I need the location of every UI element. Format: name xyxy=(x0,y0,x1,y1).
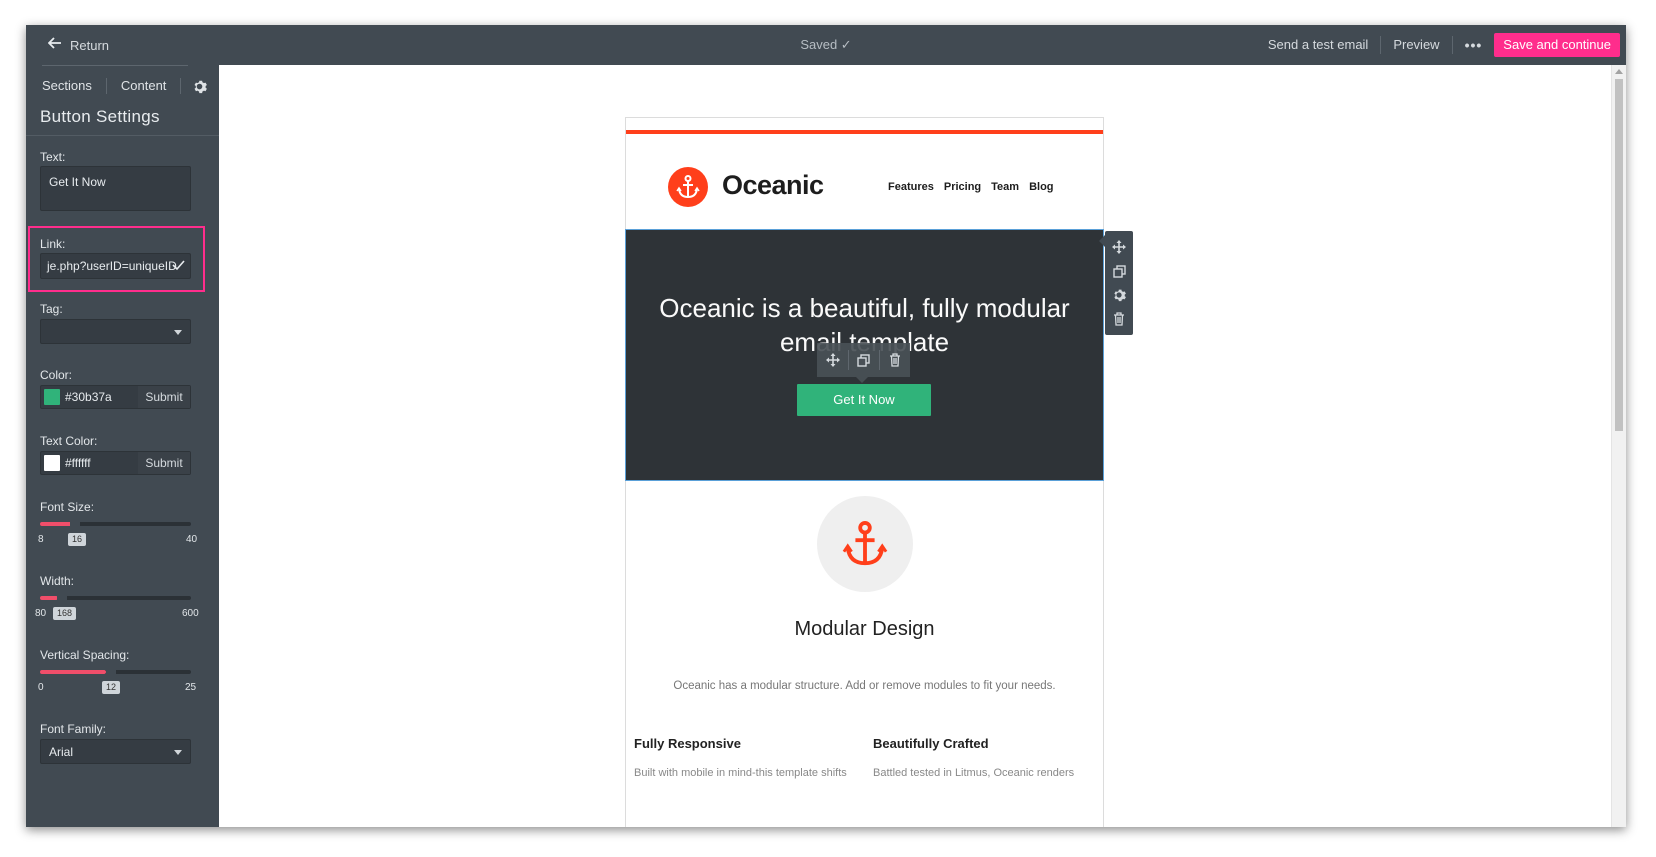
chevron-down-icon xyxy=(174,750,182,755)
vertical-spacing-label: Vertical Spacing: xyxy=(40,648,130,662)
slider-handle[interactable] xyxy=(106,666,116,677)
column-text-responsive[interactable]: Built with mobile in mind-this template … xyxy=(634,767,847,779)
get-it-now-button[interactable]: Get It Now xyxy=(797,384,931,416)
column-text-crafted[interactable]: Battled tested in Litmus, Oceanic render… xyxy=(873,767,1074,779)
return-button[interactable]: Return xyxy=(47,25,110,65)
app-window: Return Saved ✓ Send a test email Preview… xyxy=(26,25,1626,827)
feature-title[interactable]: Modular Design xyxy=(626,618,1103,641)
font-family-value: Arial xyxy=(49,745,74,759)
color-label: Color: xyxy=(40,368,73,382)
section-toolbar xyxy=(1099,231,1133,335)
send-test-email-link[interactable]: Send a test email xyxy=(1256,36,1382,54)
font-family-select[interactable]: Arial xyxy=(40,739,191,764)
move-icon[interactable] xyxy=(1111,239,1127,255)
color-hex: #30b37a xyxy=(65,390,112,404)
gear-icon[interactable] xyxy=(1111,287,1127,303)
link-label: Link: xyxy=(40,237,66,251)
font-size-max: 40 xyxy=(186,534,198,545)
nav-link-team[interactable]: Team xyxy=(991,181,1019,193)
color-swatch[interactable] xyxy=(44,389,60,405)
hero-section[interactable]: Oceanic is a beautiful, fully modular em… xyxy=(625,229,1104,481)
font-size-value: 16 xyxy=(68,533,87,546)
button-text-input[interactable]: Get It Now xyxy=(40,166,191,211)
checkmark-icon[interactable] xyxy=(172,254,185,278)
title-divider xyxy=(26,135,219,136)
nav-link-blog[interactable]: Blog xyxy=(1029,181,1053,193)
font-family-label: Font Family: xyxy=(40,722,107,736)
anchor-icon xyxy=(668,167,708,207)
panel-title: Button Settings xyxy=(40,107,160,126)
move-icon[interactable] xyxy=(825,352,841,368)
font-size-slider[interactable] xyxy=(40,518,191,529)
top-bar: Return Saved ✓ Send a test email Preview… xyxy=(26,25,1626,65)
chevron-down-icon xyxy=(174,330,182,335)
link-input[interactable]: je.php?userID=uniqueID xyxy=(40,253,191,279)
color-field[interactable]: #30b37a Submit xyxy=(40,385,191,409)
vertical-spacing-value: 12 xyxy=(102,681,121,694)
header-accent-line xyxy=(626,130,1103,134)
text-color-submit-button[interactable]: Submit xyxy=(138,452,190,474)
text-color-swatch[interactable] xyxy=(44,455,60,471)
feature-icon-circle xyxy=(817,496,913,592)
column-title-crafted[interactable]: Beautifully Crafted xyxy=(873,736,989,751)
vertical-spacing-max: 25 xyxy=(185,682,197,693)
scrollbar-thumb[interactable] xyxy=(1615,79,1623,431)
email-nav: Features Pricing Team Blog xyxy=(888,181,1054,193)
nav-link-features[interactable]: Features xyxy=(888,181,934,193)
return-label: Return xyxy=(70,37,110,53)
brand-name: Oceanic xyxy=(722,170,824,200)
gear-icon[interactable] xyxy=(181,79,208,94)
vertical-scrollbar[interactable] xyxy=(1611,65,1626,827)
font-size-min: 8 xyxy=(38,534,44,545)
trash-icon[interactable] xyxy=(1111,311,1127,327)
vertical-spacing-min: 0 xyxy=(38,682,44,693)
tab-content[interactable]: Content xyxy=(107,78,182,94)
tag-select[interactable] xyxy=(40,319,191,344)
font-size-label: Font Size: xyxy=(40,500,95,514)
text-label: Text: xyxy=(40,150,66,164)
slider-handle[interactable] xyxy=(57,592,67,603)
anchor-icon xyxy=(842,521,888,566)
color-submit-button[interactable]: Submit xyxy=(138,386,190,408)
scroll-up-icon[interactable] xyxy=(1615,69,1623,74)
link-value: je.php?userID=uniqueID xyxy=(47,259,177,273)
sidebar-tabs: Sections Content xyxy=(26,65,219,107)
element-toolbar xyxy=(817,343,910,383)
width-slider[interactable] xyxy=(40,592,191,603)
toolbar-divider xyxy=(878,350,880,370)
duplicate-icon[interactable] xyxy=(856,352,872,368)
save-and-continue-button[interactable]: Save and continue xyxy=(1494,33,1620,57)
toolbar-divider xyxy=(847,350,849,370)
feature-description[interactable]: Oceanic has a modular structure. Add or … xyxy=(626,680,1103,692)
text-color-field[interactable]: #ffffff Submit xyxy=(40,451,191,475)
tag-label: Tag: xyxy=(40,302,63,316)
vertical-spacing-slider[interactable] xyxy=(40,666,191,677)
text-color-hex: #ffffff xyxy=(65,456,91,470)
email-template: Oceanic Features Pricing Team Blog Ocean… xyxy=(625,117,1104,827)
arrow-left-icon xyxy=(47,36,62,54)
more-menu-button[interactable]: ••• xyxy=(1453,37,1495,53)
width-label: Width: xyxy=(40,574,75,588)
width-max: 600 xyxy=(182,608,199,619)
email-canvas: Oceanic Features Pricing Team Blog Ocean… xyxy=(219,65,1626,827)
duplicate-icon[interactable] xyxy=(1111,263,1127,279)
settings-sidebar: Sections Content Button Settings Text: G… xyxy=(26,65,219,827)
text-color-label: Text Color: xyxy=(40,434,98,448)
trash-icon[interactable] xyxy=(887,352,903,368)
slider-handle[interactable] xyxy=(70,518,80,529)
column-title-responsive[interactable]: Fully Responsive xyxy=(634,736,741,751)
tab-sections[interactable]: Sections xyxy=(26,78,107,94)
nav-link-pricing[interactable]: Pricing xyxy=(944,181,981,193)
width-min: 80 xyxy=(35,608,47,619)
width-value: 168 xyxy=(53,607,77,620)
preview-link[interactable]: Preview xyxy=(1381,36,1453,54)
